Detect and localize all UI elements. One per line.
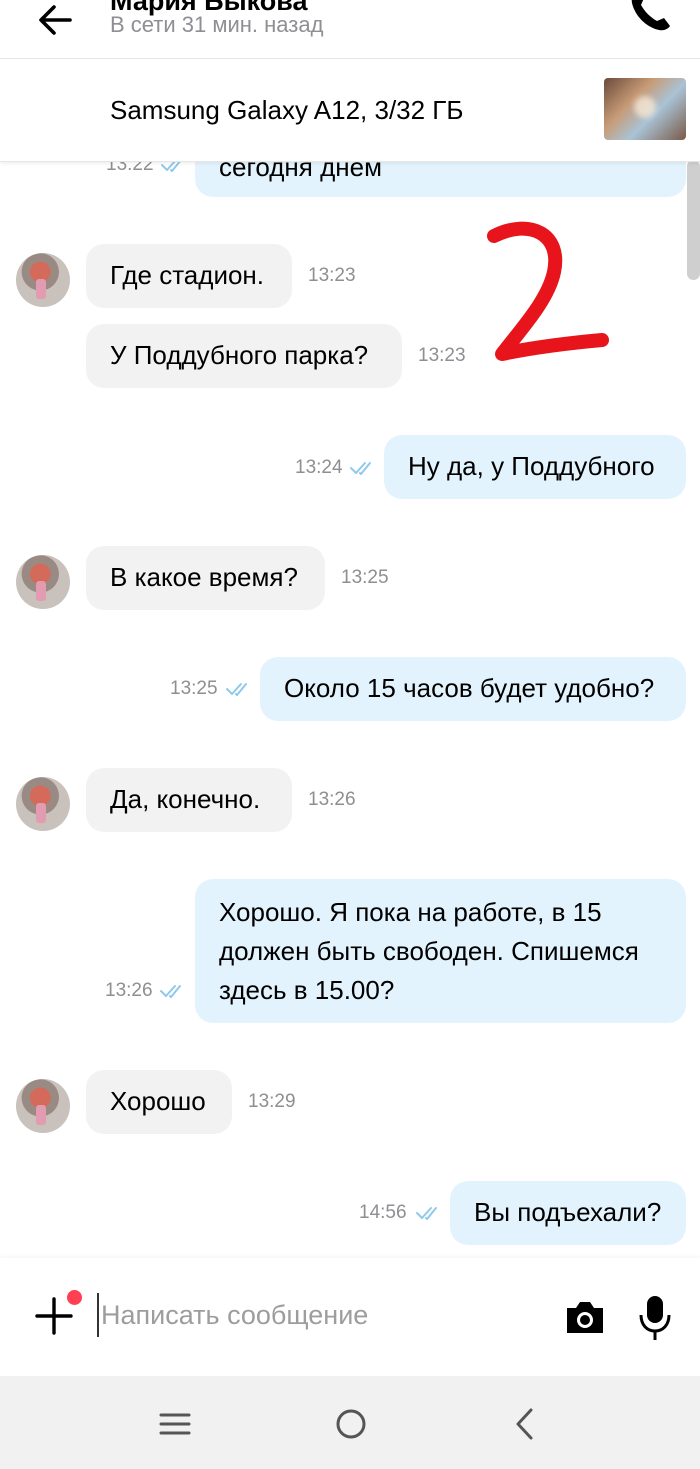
scrollbar[interactable] — [687, 160, 700, 280]
message-bubble-incoming[interactable]: Да, конечно. — [86, 768, 292, 832]
message-time: 13:22 — [106, 160, 154, 175]
read-check-icon — [226, 683, 247, 696]
message-text: Хорошо — [110, 1086, 206, 1116]
message-text: У Поддубного парка? — [110, 340, 369, 370]
message-time: 13:23 — [308, 265, 356, 286]
avatar[interactable] — [16, 777, 70, 831]
message-text-line: Хорошо. Я пока на работе, в 15 — [219, 897, 602, 927]
message-bubble-outgoing[interactable]: сегодня днем — [195, 160, 686, 197]
avatar[interactable] — [16, 1079, 70, 1133]
message-text: Ну да, у Поддубного — [408, 451, 655, 481]
read-check-icon — [160, 985, 181, 998]
message-input[interactable] — [97, 1293, 541, 1337]
message-bubble-incoming[interactable]: Хорошо — [86, 1070, 232, 1134]
message-bubble-incoming[interactable]: Где стадион. — [86, 244, 292, 308]
message-text-line: здесь в 15.00? — [219, 975, 395, 1005]
message-text: Вы подъехали? — [474, 1197, 662, 1227]
message-time: 13:25 — [341, 567, 389, 588]
system-navigation-bar — [0, 1376, 700, 1469]
message-text: В какое время? — [110, 562, 298, 592]
message-time: 14:56 — [359, 1202, 407, 1223]
phone-icon[interactable] — [626, 0, 676, 36]
chevron-left-icon[interactable] — [508, 1406, 544, 1442]
message-time: 13:29 — [248, 1091, 296, 1112]
listing-title: Samsung Galaxy A12, 3/32 ГБ — [110, 95, 464, 125]
message-composer — [0, 1258, 700, 1376]
message-time: 13:23 — [418, 345, 466, 366]
camera-icon[interactable] — [564, 1298, 606, 1336]
avatar[interactable] — [16, 555, 70, 609]
microphone-icon[interactable] — [638, 1294, 672, 1342]
message-time: 13:24 — [295, 457, 343, 478]
message-text-line: должен быть свободен. Спишемся — [219, 936, 639, 966]
listing-bar[interactable]: Samsung Galaxy A12, 3/32 ГБ — [0, 58, 700, 162]
message-bubble-outgoing[interactable]: Около 15 часов будет удобно? — [260, 657, 686, 721]
message-time: 13:26 — [105, 980, 153, 1001]
message-bubble-outgoing[interactable]: Ну да, у Поддубного — [384, 435, 686, 499]
message-bubble-incoming[interactable]: У Поддубного парка? — [86, 324, 402, 388]
notification-dot — [67, 1290, 82, 1305]
handwritten-annotation — [487, 221, 609, 361]
message-text: сегодня днем — [219, 160, 382, 182]
message-text: Да, конечно. — [110, 784, 261, 814]
read-check-icon — [350, 462, 371, 475]
message-time: 13:25 — [170, 678, 218, 699]
avatar[interactable] — [16, 253, 70, 307]
listing-thumbnail[interactable] — [604, 78, 686, 140]
message-time: 13:26 — [308, 789, 356, 810]
message-bubble-incoming[interactable]: В какое время? — [86, 546, 325, 610]
read-check-icon — [416, 1207, 437, 1220]
contact-status: В сети 31 мин. назад — [110, 12, 324, 37]
circle-icon[interactable] — [333, 1406, 369, 1442]
message-text: Около 15 часов будет удобно? — [284, 673, 655, 703]
message-list[interactable]: 13:22 сегодня днем Где стадион. 13:23 У … — [0, 160, 700, 1258]
chat-header: Мария Быкова В сети 31 мин. назад — [0, 0, 700, 58]
message-text: Где стадион. — [110, 260, 265, 290]
menu-lines-icon[interactable] — [157, 1406, 193, 1442]
arrow-left-icon[interactable] — [34, 0, 78, 42]
message-bubble-outgoing[interactable]: Хорошо. Я пока на работе, в 15 должен бы… — [195, 879, 686, 1023]
message-bubble-outgoing[interactable]: Вы подъехали? — [450, 1181, 686, 1245]
